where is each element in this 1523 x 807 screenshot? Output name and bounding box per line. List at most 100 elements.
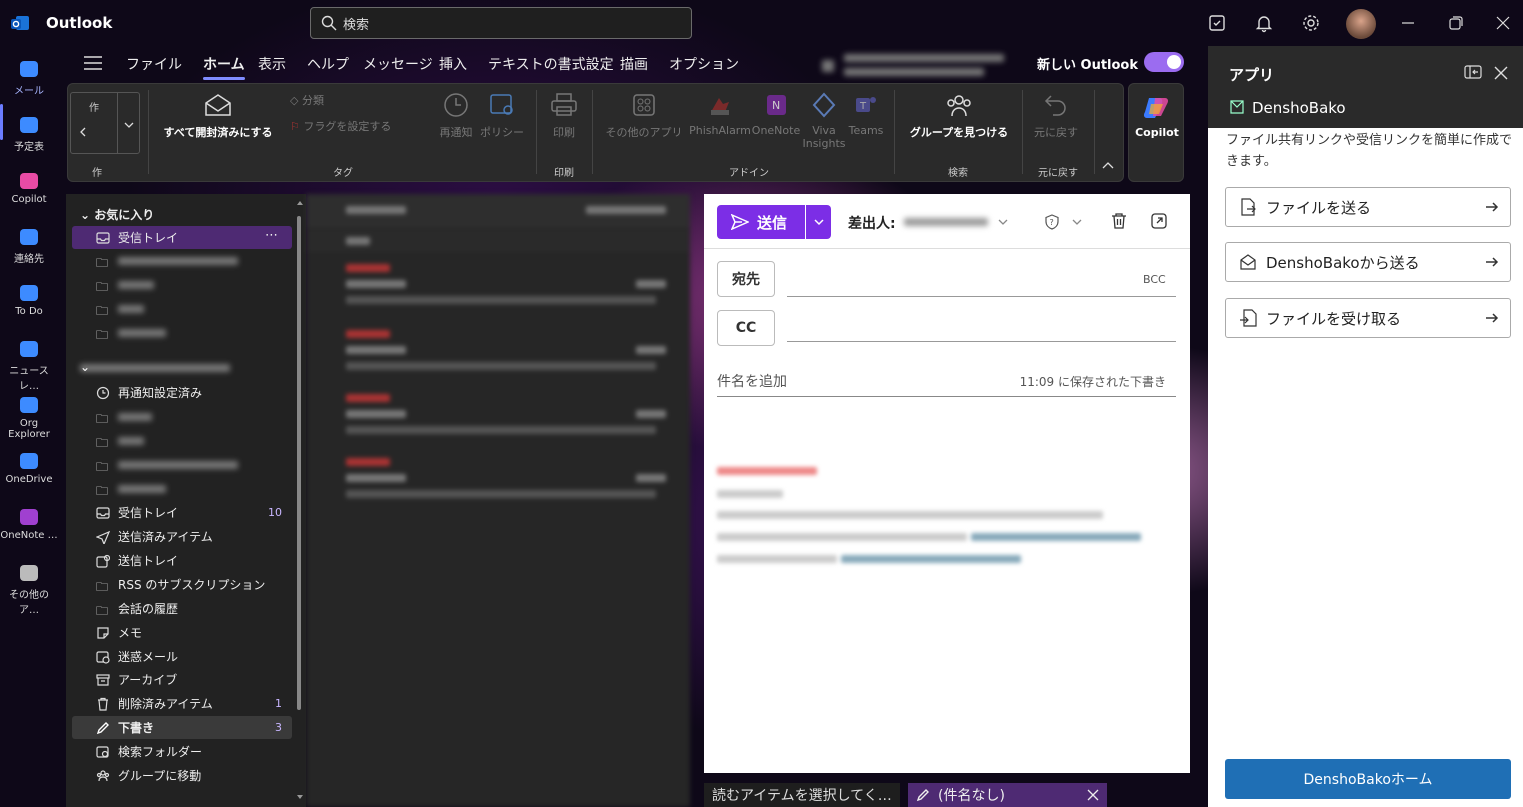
folder-junk[interactable]: 迷惑メール [72, 645, 292, 668]
send-options-button[interactable] [806, 205, 831, 239]
trash-icon[interactable] [1110, 212, 1128, 230]
nav-onedrive[interactable]: OneDrive [0, 450, 58, 485]
folder-item[interactable]: 🗀 [72, 477, 292, 500]
bcc-button[interactable]: BCC [1143, 273, 1166, 286]
receive-file-button[interactable]: ファイルを受け取る [1225, 298, 1511, 338]
restore-icon[interactable] [1446, 13, 1466, 33]
account-header[interactable] [80, 361, 230, 375]
hamburger-icon[interactable] [84, 56, 102, 70]
new-outlook-toggle[interactable] [1144, 52, 1184, 72]
folder-archive[interactable]: アーカイブ [72, 668, 292, 691]
cc-field[interactable] [787, 341, 1176, 342]
message-item[interactable] [306, 258, 690, 318]
favorite-inbox[interactable]: 受信トレイ ⋯ [72, 226, 292, 249]
tab-insert[interactable]: 挿入 [439, 54, 467, 74]
reading-tab[interactable]: 読むアイテムを選択してく… [704, 783, 900, 807]
nav-onenote[interactable]: OneNote … [0, 506, 58, 541]
close-icon[interactable] [1494, 66, 1508, 80]
go-to-groups[interactable]: グループに移動 [72, 764, 292, 787]
scroll-down-icon[interactable] [297, 795, 303, 800]
nav-newsletter[interactable]: ニュースレ… [0, 338, 58, 392]
my-day-icon[interactable] [1207, 13, 1227, 33]
to-button[interactable]: 宛先 [717, 261, 775, 297]
send-button[interactable]: 送信 [717, 205, 805, 239]
favorites-header[interactable]: ⌄ お気に入り [80, 206, 154, 223]
close-icon[interactable] [1087, 789, 1099, 801]
folder-item[interactable]: 🗀 [72, 273, 292, 296]
nav-more-apps[interactable]: その他のア… [0, 562, 58, 616]
teams-button[interactable]: T Teams [846, 92, 886, 137]
sensitivity-icon[interactable]: ? [1044, 214, 1060, 230]
copilot-button[interactable]: Copilot [1128, 83, 1184, 182]
denshobako-send-button[interactable]: DenshoBakoから送る [1225, 242, 1511, 282]
to-field[interactable] [787, 296, 1176, 297]
from-address[interactable] [904, 215, 988, 229]
folder-item[interactable]: 🗀 [72, 321, 292, 344]
message-item[interactable] [306, 452, 690, 512]
search-input[interactable]: 検索 [310, 7, 692, 39]
tab-view[interactable]: 表示 [258, 54, 286, 74]
folder-item[interactable]: 🗀 [72, 453, 292, 476]
folder-drafts[interactable]: 下書き 3 [72, 716, 292, 739]
print-button[interactable]: 印刷 [546, 92, 582, 140]
mark-all-read-button[interactable]: すべて開封済みにする [158, 92, 278, 140]
nav-org-explorer[interactable]: Org Explorer [0, 394, 58, 440]
tab-options[interactable]: オプション [669, 54, 739, 74]
cc-button[interactable]: CC [717, 310, 775, 346]
snooze-button[interactable]: 再通知 [436, 92, 476, 140]
onenote-ribbon-button[interactable]: N OneNote [751, 92, 801, 137]
tab-message[interactable]: メッセージ [363, 54, 433, 74]
nav-todo[interactable]: To Do [0, 282, 58, 317]
nav-calendar[interactable]: 予定表 [0, 114, 58, 153]
tab-home[interactable]: ホーム [203, 54, 245, 80]
folder-pane-scrollbar[interactable] [297, 216, 301, 710]
folder-deleted[interactable]: 削除済みアイテム 1 [72, 692, 292, 715]
folder-item[interactable]: 🗀 [72, 297, 292, 320]
chevron-down-icon[interactable] [1072, 219, 1082, 226]
ribbon-scroll-left[interactable]: 作 [70, 92, 140, 154]
nav-mail[interactable]: メール [0, 58, 58, 97]
more-options-icon[interactable]: ⋯ [265, 228, 278, 243]
subject-field[interactable]: 件名を追加 [717, 371, 787, 391]
avatar[interactable] [1346, 9, 1376, 39]
scroll-up-icon[interactable] [297, 200, 303, 205]
folder-sent[interactable]: 送信済みアイテム [72, 525, 292, 548]
gear-icon[interactable] [1301, 13, 1321, 33]
undo-button[interactable]: 元に戻す [1030, 92, 1082, 140]
chevron-down-icon[interactable] [998, 219, 1008, 226]
message-item[interactable] [306, 324, 690, 384]
send-file-button[interactable]: ファイルを送る [1225, 187, 1511, 227]
nav-people[interactable]: 連絡先 [0, 226, 58, 265]
draft-tab[interactable]: (件名なし) [908, 783, 1107, 807]
folder-search-folders[interactable]: 検索フォルダー [72, 740, 292, 763]
folder-conversation-history[interactable]: 🗀 会話の履歴 [72, 597, 292, 620]
tab-help[interactable]: ヘルプ [307, 54, 349, 74]
folder-snoozed[interactable]: 再通知設定済み [72, 381, 292, 404]
folder-inbox[interactable]: 受信トレイ 10 [72, 501, 292, 524]
denshobako-home-button[interactable]: DenshoBakoホーム [1225, 759, 1511, 799]
collapse-ribbon-icon[interactable] [1102, 162, 1114, 170]
pin-pane-icon[interactable] [1464, 65, 1482, 79]
policy-button[interactable]: ポリシー [478, 92, 526, 140]
nav-copilot[interactable]: Copilot [0, 170, 58, 205]
phishalarm-button[interactable]: PhishAlarm [688, 92, 752, 137]
bell-icon[interactable] [1254, 13, 1274, 33]
set-flag-button[interactable]: ⚐ フラグを設定する [290, 118, 391, 134]
tab-draw[interactable]: 描画 [620, 54, 648, 74]
tab-file[interactable]: ファイル [126, 54, 182, 74]
minimize-icon[interactable] [1398, 13, 1418, 33]
folder-item[interactable]: 🗀 [72, 249, 292, 272]
categorize-button[interactable]: ◇ 分類 [290, 92, 324, 108]
folder-notes[interactable]: メモ [72, 621, 292, 644]
folder-item[interactable]: 🗀 [72, 429, 292, 452]
viva-insights-button[interactable]: Viva Insights [800, 92, 848, 150]
other-apps-button[interactable]: その他のアプリ [600, 92, 688, 140]
pop-out-icon[interactable] [1150, 212, 1168, 230]
message-item[interactable] [306, 388, 690, 448]
folder-item[interactable]: 🗀 [72, 405, 292, 428]
close-icon[interactable] [1493, 13, 1513, 33]
tab-format-text[interactable]: テキストの書式設定 [488, 54, 614, 74]
find-groups-button[interactable]: グループを見つける [904, 92, 1014, 140]
folder-outbox[interactable]: 送信トレイ [72, 549, 292, 572]
folder-rss[interactable]: 🗀 RSS のサブスクリプション [72, 573, 292, 596]
